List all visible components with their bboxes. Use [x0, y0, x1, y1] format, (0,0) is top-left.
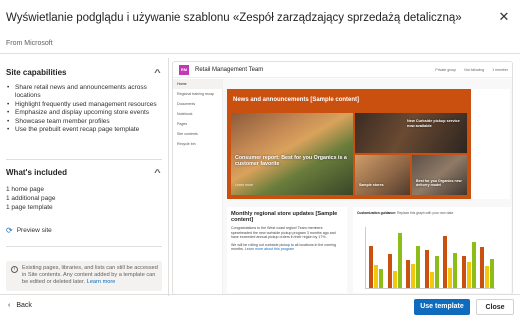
news-title: News and announcements [Sample content]	[233, 97, 360, 103]
learn-more-link[interactable]: Learn more	[87, 279, 116, 285]
chart-bar	[379, 269, 383, 288]
chart-bar	[448, 267, 453, 288]
chart-bar	[397, 232, 402, 288]
info-message: i Existing pages, libraries, and lists c…	[6, 261, 162, 291]
chart-bar	[392, 270, 397, 288]
follow-label: Not following	[464, 68, 485, 72]
list-item: Use the prebuilt event recap page templa…	[6, 126, 162, 135]
chart-bar	[374, 264, 378, 288]
list-item: 1 page template	[6, 204, 53, 211]
updates-section: Monthly regional store updates [Sample c…	[227, 207, 347, 293]
header-divider	[0, 53, 520, 54]
news-tile-more: Learn more	[235, 183, 253, 187]
news-tile: Consumer report: Best for you Organics i…	[231, 113, 353, 195]
close-button[interactable]: Close	[476, 299, 514, 315]
chart-bar	[461, 256, 466, 288]
chart-bar	[429, 271, 434, 288]
news-hero: News and announcements [Sample content] …	[227, 89, 471, 199]
site-header-actions: Private group Not following 1 member	[435, 68, 508, 72]
chart-bar	[411, 263, 416, 288]
close-icon[interactable]: ✕	[496, 9, 512, 25]
site-header: RM Retail Management Team Private group …	[173, 62, 512, 78]
list-item: Showcase team member profiles	[6, 118, 162, 127]
chart-bar	[490, 259, 495, 288]
site-nav: Home Regional training recap Documents N…	[173, 79, 223, 294]
dialog-title: Wyświetlanie podglądu i używanie szablon…	[6, 12, 462, 24]
nav-item: Pages	[177, 122, 188, 126]
template-preview-dialog: Wyświetlanie podglądu i używanie szablon…	[0, 0, 520, 319]
chart-bar	[466, 261, 471, 288]
section-divider	[6, 246, 162, 247]
news-tile-caption: Consumer report: Best for you Organics i…	[235, 155, 347, 168]
guidance-label: Customization guidance:	[357, 211, 397, 215]
info-icon: i	[11, 266, 18, 273]
site-title: Retail Management Team	[195, 67, 264, 73]
news-tile-caption: New Curbside pickup service now availabl…	[407, 119, 460, 128]
updates-paragraph: We will be rolling out curbside pickup t…	[227, 243, 347, 255]
capabilities-list: Share retail news and announcements acro…	[6, 84, 162, 135]
guidance-text: Customization guidance: Replace this gra…	[353, 207, 511, 219]
chart-bar	[369, 246, 373, 288]
included-section-header[interactable]: What's included ^	[6, 168, 162, 177]
chart-bar	[480, 247, 485, 288]
chart-bar	[453, 253, 458, 288]
list-item: Highlight frequently used management res…	[6, 101, 162, 110]
capabilities-heading: Site capabilities	[6, 68, 67, 77]
nav-item: Site contents	[177, 132, 198, 136]
chevron-left-icon: ‹	[8, 302, 11, 309]
nav-item: Recycle bin	[177, 142, 196, 146]
list-item: 1 home page	[6, 186, 44, 193]
chart-bar	[424, 250, 429, 288]
hero-side-panel	[471, 89, 510, 199]
chart-bar	[416, 246, 421, 288]
back-button[interactable]: ‹ Back	[8, 302, 32, 309]
list-item: Share retail news and announcements acro…	[6, 84, 162, 101]
news-tile: New Curbside pickup service now availabl…	[355, 113, 467, 153]
dialog-subtitle: From Microsoft	[6, 40, 53, 47]
preview-site-label: Preview site	[16, 227, 52, 234]
chevron-up-icon[interactable]: ^	[154, 168, 161, 177]
nav-item: Regional training recap	[177, 92, 214, 96]
news-tile-caption: Best for you Organics new delivery model	[416, 179, 462, 188]
chevron-up-icon[interactable]: ^	[154, 68, 161, 77]
nav-item: Documents	[177, 102, 196, 106]
preview-site-link[interactable]: ⟳ Preview site	[6, 226, 52, 235]
guidance-body: Replace this graph with your own data	[397, 211, 454, 215]
site-preview: RM Retail Management Team Private group …	[172, 61, 513, 295]
chart-bar	[485, 265, 490, 288]
capabilities-section-header[interactable]: Site capabilities ^	[6, 68, 162, 77]
chart-bar	[434, 256, 439, 288]
list-item: 1 additional page	[6, 195, 56, 202]
privacy-label: Private group	[435, 68, 457, 72]
use-template-button[interactable]: Use template	[414, 299, 470, 315]
included-heading: What's included	[6, 168, 68, 177]
chart-section: Customization guidance: Replace this gra…	[353, 207, 511, 293]
pane-divider	[168, 58, 169, 296]
site-main: News and announcements [Sample content] …	[223, 79, 512, 294]
news-tile: Sample stores	[355, 155, 410, 195]
news-tile: Best for you Organics new delivery model	[412, 155, 467, 195]
site-logo: RM	[179, 65, 189, 75]
nav-item: Notebook	[177, 112, 193, 116]
updates-paragraph: Congratulations to the West coast region…	[231, 226, 336, 240]
bar-chart	[365, 227, 495, 289]
chart-bar	[443, 235, 448, 288]
updates-title: Monthly regional store updates [Sample c…	[231, 211, 338, 223]
chart-bar	[471, 241, 476, 288]
open-external-icon: ⟳	[6, 226, 13, 235]
back-label: Back	[16, 302, 32, 309]
list-item: Emphasize and display upcoming store eve…	[6, 109, 162, 118]
updates-link: Learn more about this program	[244, 247, 295, 252]
members-label: 1 member	[492, 68, 508, 72]
footer-divider	[0, 294, 520, 295]
nav-item-home: Home	[173, 79, 222, 89]
chart-bar	[387, 254, 392, 288]
news-tile-caption: Sample stores	[359, 183, 384, 187]
chart-bar	[406, 260, 411, 288]
section-divider	[6, 159, 162, 160]
